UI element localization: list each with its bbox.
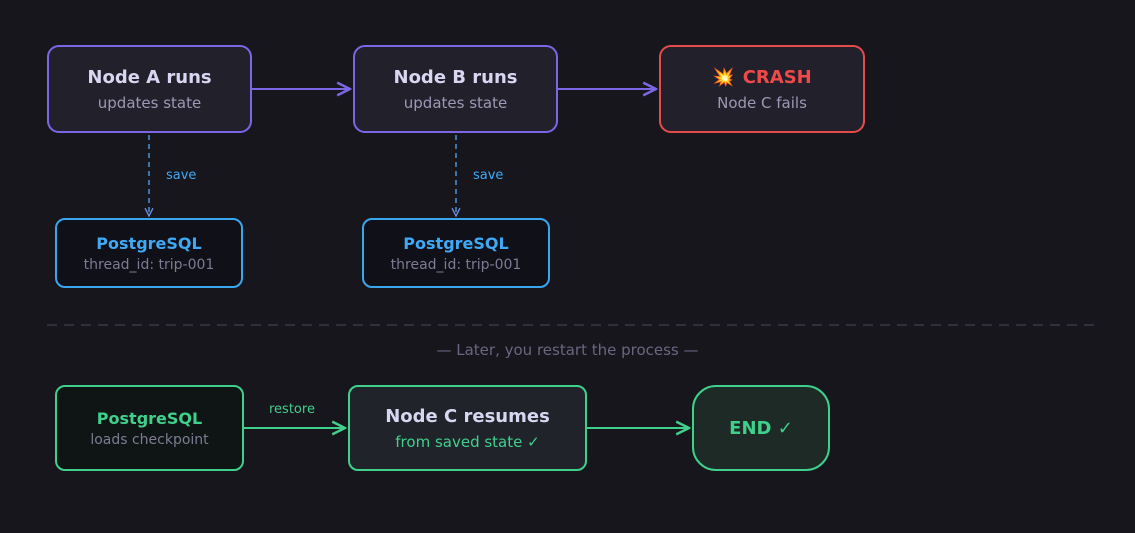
restart-divider-text: — Later, you restart the process — <box>436 341 699 359</box>
postgres-box-a: PostgreSQL thread_id: trip-001 <box>55 218 243 288</box>
restore-label: restore <box>269 402 315 417</box>
crash-title-row: 💥 CRASH <box>712 67 811 88</box>
node-b-subtitle: updates state <box>403 93 508 112</box>
save-label-b: save <box>473 168 504 183</box>
crash-box: 💥 CRASH Node C fails <box>659 45 865 133</box>
end-title: END ✓ <box>729 417 793 439</box>
postgres-box-b: PostgreSQL thread_id: trip-001 <box>362 218 550 288</box>
node-c-subtitle: from saved state ✓ <box>395 432 540 451</box>
save-label-a: save <box>166 168 197 183</box>
node-a-box: Node A runs updates state <box>47 45 252 133</box>
postgres-a-title: PostgreSQL <box>96 233 202 253</box>
postgres-b-thread: thread_id: trip-001 <box>390 256 522 273</box>
end-box: END ✓ <box>692 385 830 471</box>
postgres-b-title: PostgreSQL <box>403 233 509 253</box>
postgres-restore-box: PostgreSQL loads checkpoint <box>55 385 244 471</box>
postgres-restore-subtitle: loads checkpoint <box>90 431 209 448</box>
postgres-restore-title: PostgreSQL <box>96 408 203 428</box>
postgres-a-thread: thread_id: trip-001 <box>83 256 215 273</box>
node-c-resume-box: Node C resumes from saved state ✓ <box>348 385 587 471</box>
explosion-icon: 💥 <box>712 66 735 88</box>
crash-subtitle: Node C fails <box>717 93 807 112</box>
node-b-title: Node B runs <box>393 66 518 88</box>
node-a-subtitle: updates state <box>97 93 202 112</box>
crash-title: CRASH <box>742 66 812 88</box>
node-c-title: Node C resumes <box>385 405 550 427</box>
node-a-title: Node A runs <box>87 66 212 88</box>
node-b-box: Node B runs updates state <box>353 45 558 133</box>
